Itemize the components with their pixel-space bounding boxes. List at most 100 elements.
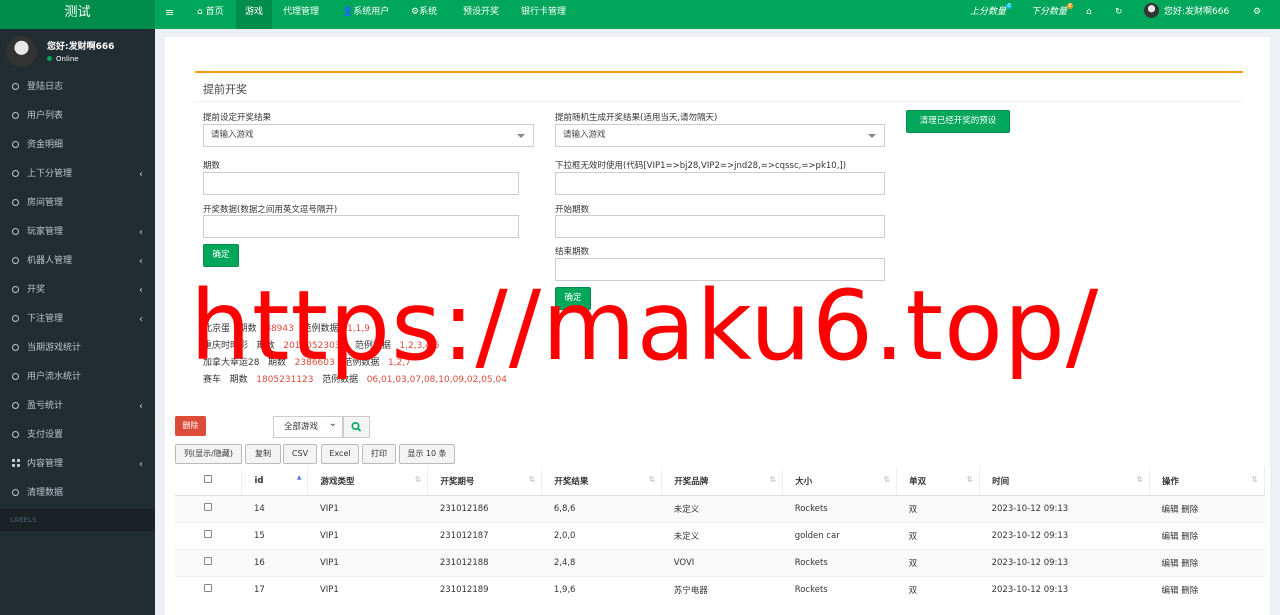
user-icon: 👤 bbox=[342, 7, 354, 17]
select-all-checkbox[interactable] bbox=[204, 475, 212, 484]
nav-system-users[interactable]: 👤系统用户 bbox=[342, 0, 389, 29]
sidebar-item-login-log[interactable]: 登陆日志 bbox=[0, 73, 155, 102]
nav-system[interactable]: ⚙系统 bbox=[411, 0, 437, 29]
sidebar-item-fund-details[interactable]: 资金明细 bbox=[0, 131, 155, 160]
top-user-menu[interactable]: 您好:发财啊666 bbox=[1144, 0, 1229, 29]
nav-game[interactable]: 游戏 bbox=[236, 0, 273, 29]
cell-odd-even: 双 bbox=[896, 494, 980, 522]
grid-icon bbox=[12, 459, 20, 467]
select-all-checkbox-cell[interactable] bbox=[175, 467, 243, 496]
code-input[interactable] bbox=[555, 172, 885, 195]
sidebar-item-content-management[interactable]: 内容管理 ‹ bbox=[0, 450, 155, 479]
csv-button[interactable]: CSV bbox=[283, 444, 317, 464]
row-checkbox-cell[interactable] bbox=[175, 548, 242, 576]
column-visibility-button[interactable]: 列(显示/隐藏) bbox=[175, 444, 242, 464]
circle-icon bbox=[12, 315, 19, 322]
confirm-left-button[interactable]: 确定 bbox=[203, 244, 239, 267]
nav-home[interactable]: ⌂ 首页 bbox=[193, 0, 228, 29]
circle-icon bbox=[12, 199, 19, 206]
row-checkbox[interactable] bbox=[204, 557, 212, 565]
cell-time: 2023-10-12 09:13 bbox=[979, 521, 1150, 549]
game-select-left[interactable]: 请输入游戏 bbox=[203, 124, 534, 147]
column-header-odd-even[interactable]: 单双 bbox=[896, 467, 981, 496]
start-period-input[interactable] bbox=[555, 215, 885, 238]
cell-game: VIP1 bbox=[307, 575, 428, 603]
column-header-brand[interactable]: 开奖品牌 bbox=[661, 467, 784, 496]
nav-preset-draw[interactable]: 预设开奖 bbox=[463, 0, 499, 29]
sidebar-item-payment-settings[interactable]: 支付设置 bbox=[0, 421, 155, 450]
edit-link[interactable]: 编辑 bbox=[1162, 559, 1179, 569]
search-button[interactable] bbox=[343, 416, 370, 438]
clear-preset-button[interactable]: 清理已经开奖的预设 bbox=[906, 110, 1010, 133]
circle-icon bbox=[12, 83, 19, 90]
cell-period: 231012187 bbox=[427, 521, 542, 549]
sidebar-item-draw[interactable]: 开奖 ‹ bbox=[0, 276, 155, 305]
column-header-time[interactable]: 时间 bbox=[979, 467, 1151, 496]
row-checkbox[interactable] bbox=[204, 530, 212, 538]
draw-data-input[interactable] bbox=[203, 215, 519, 238]
preset-result-label: 提前设定开奖结果 bbox=[203, 113, 272, 123]
sidebar-item-robot-management[interactable]: 机器人管理 ‹ bbox=[0, 247, 155, 276]
divider bbox=[195, 101, 1243, 102]
game-select-right[interactable]: 请输入游戏 bbox=[555, 124, 885, 147]
box-title: 提前开奖 bbox=[203, 83, 247, 96]
row-checkbox[interactable] bbox=[204, 503, 212, 511]
excel-button[interactable]: Excel bbox=[321, 444, 359, 464]
sidebar-item-profit-stats[interactable]: 盈亏统计 ‹ bbox=[0, 392, 155, 421]
circle-icon bbox=[12, 257, 19, 264]
column-header-period[interactable]: 开奖期号 bbox=[427, 467, 543, 496]
column-header-size[interactable]: 大小 bbox=[782, 467, 898, 496]
sidebar-item-player-management[interactable]: 玩家管理 ‹ bbox=[0, 218, 155, 247]
edit-link[interactable]: 编辑 bbox=[1162, 586, 1179, 596]
period-label: 期数 bbox=[203, 161, 221, 171]
delete-link[interactable]: 删除 bbox=[1181, 505, 1198, 515]
delete-button[interactable]: 删除 bbox=[175, 416, 206, 436]
table-row: 16 VIP1 231012188 2,4,8 VOVI Rockets 双 2… bbox=[175, 548, 1265, 576]
chevron-left-icon: ‹ bbox=[139, 256, 143, 267]
chevron-left-icon: ‹ bbox=[139, 401, 143, 412]
menu-toggle-icon[interactable]: ≡ bbox=[165, 0, 174, 29]
period-input[interactable] bbox=[203, 172, 519, 195]
column-header-result[interactable]: 开奖结果 bbox=[541, 467, 663, 496]
game-filter-select[interactable]: 全部游戏 bbox=[273, 414, 343, 438]
column-header-id[interactable]: id bbox=[241, 467, 309, 496]
cell-actions: 编辑 删除 bbox=[1149, 494, 1265, 522]
cell-game: VIP1 bbox=[307, 494, 428, 522]
sidebar-item-user-flow-stats[interactable]: 用户流水统计 bbox=[0, 363, 155, 392]
row-checkbox-cell[interactable] bbox=[175, 575, 242, 603]
cell-period: 231012186 bbox=[427, 494, 542, 522]
edit-link[interactable]: 编辑 bbox=[1162, 505, 1179, 515]
nav-agent-management[interactable]: 代理管理 bbox=[283, 0, 319, 29]
print-button[interactable]: 打印 bbox=[362, 444, 396, 464]
delete-link[interactable]: 删除 bbox=[1181, 559, 1198, 569]
row-checkbox[interactable] bbox=[204, 584, 212, 593]
delete-link[interactable]: 删除 bbox=[1181, 532, 1198, 542]
sidebar-item-score-management[interactable]: 上下分管理 ‹ bbox=[0, 160, 155, 189]
row-checkbox-cell[interactable] bbox=[175, 521, 242, 549]
sidebar-item-room-management[interactable]: 房间管理 bbox=[0, 189, 155, 218]
row-checkbox-cell[interactable] bbox=[175, 494, 242, 522]
sidebar-item-period-stats[interactable]: 当期游戏统计 bbox=[0, 334, 155, 363]
cell-period: 231012189 bbox=[427, 575, 542, 603]
cell-id: 17 bbox=[241, 575, 308, 603]
table-header-row: id 游戏类型 开奖期号 开奖结果 开奖品牌 大小 单双 时间 操作 bbox=[175, 467, 1265, 496]
nav-bank-card-management[interactable]: 银行卡管理 bbox=[521, 0, 566, 29]
sidebar-item-user-list[interactable]: 用户列表 bbox=[0, 102, 155, 131]
column-header-game-type[interactable]: 游戏类型 bbox=[307, 467, 429, 496]
sidebar-item-clear-data[interactable]: 清理数据 bbox=[0, 479, 155, 508]
home-icon[interactable]: ⌂ bbox=[1086, 0, 1092, 29]
sidebar-item-bet-management[interactable]: 下注管理 ‹ bbox=[0, 305, 155, 334]
refresh-icon[interactable]: ↻ bbox=[1115, 0, 1123, 29]
xia-fen-count[interactable]: 下分数量 6 bbox=[1031, 0, 1074, 29]
app-logo[interactable]: 测试 bbox=[0, 0, 155, 29]
page-length-button[interactable]: 显示 10 条 bbox=[399, 444, 455, 464]
watermark-text: https://maku6.top/ bbox=[190, 270, 1100, 382]
shang-fen-count[interactable]: 上分数量 0 bbox=[970, 0, 1013, 29]
edit-link[interactable]: 编辑 bbox=[1162, 532, 1179, 542]
copy-button[interactable]: 复制 bbox=[245, 444, 281, 464]
circle-icon bbox=[12, 286, 19, 293]
cell-actions: 编辑 删除 bbox=[1149, 575, 1265, 603]
draw-results-table: id 游戏类型 开奖期号 开奖结果 开奖品牌 大小 单双 时间 操作 14 VI… bbox=[175, 467, 1265, 603]
settings-icon[interactable]: ⚙ bbox=[1253, 0, 1261, 29]
delete-link[interactable]: 删除 bbox=[1181, 586, 1198, 596]
